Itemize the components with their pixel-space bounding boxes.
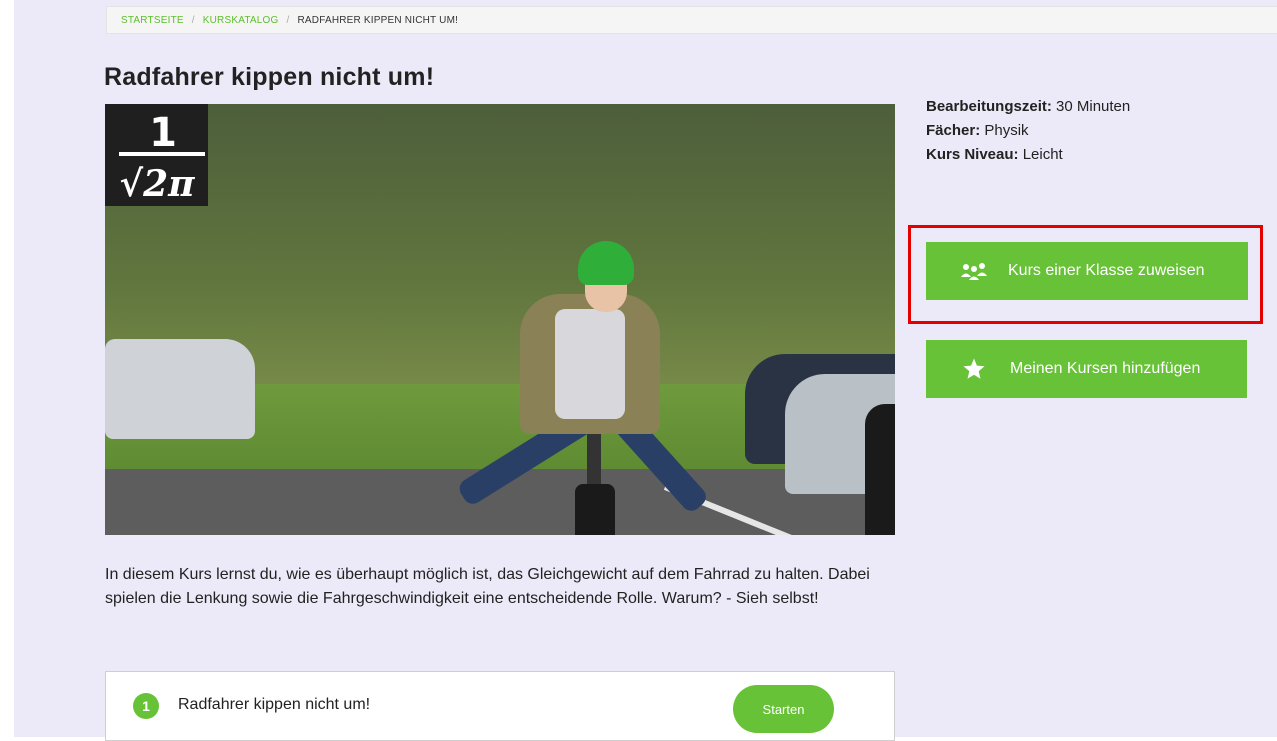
breadcrumb-current: RADFAHRER KIPPEN NICHT UM! (297, 14, 459, 26)
assign-to-class-button[interactable]: Kurs einer Klasse zuweisen (926, 242, 1248, 300)
star-icon (960, 358, 988, 380)
group-icon (960, 260, 988, 282)
course-description: In diesem Kurs lernst du, wie es überhau… (105, 566, 870, 607)
page-title: Radfahrer kippen nicht um! (104, 63, 435, 91)
formula-logo: 1 √2π (105, 104, 208, 206)
meta-duration-value: 30 Minuten (1051, 98, 1131, 115)
formula-denominator: √2π (119, 163, 195, 205)
meta-level-value: Leicht (1018, 146, 1063, 163)
course-meta: Bearbeitungszeit: 30 Minuten Fächer: Phy… (926, 95, 1130, 167)
add-to-my-courses-label: Meinen Kursen hinzufügen (1010, 360, 1201, 377)
meta-level-label: Kurs Niveau: (926, 146, 1019, 163)
start-lesson-button[interactable]: Starten (733, 685, 834, 733)
breadcrumb-home-link[interactable]: STARTSEITE (121, 15, 184, 26)
course-hero-image (105, 104, 895, 535)
formula-numerator: 1 (149, 110, 177, 156)
lesson-item: 1 Radfahrer kippen nicht um! Starten (105, 671, 895, 741)
meta-duration-label: Bearbeitungszeit: (926, 98, 1052, 115)
lesson-title: Radfahrer kippen nicht um! (178, 696, 371, 713)
meta-level: Kurs Niveau: Leicht (926, 143, 1130, 167)
breadcrumb-separator: / (191, 14, 195, 26)
meta-subjects-label: Fächer: (926, 122, 981, 139)
breadcrumb-catalog-link[interactable]: KURSKATALOG (203, 15, 279, 26)
meta-subjects-value: Physik (980, 122, 1029, 139)
add-to-my-courses-button[interactable]: Meinen Kursen hinzufügen (926, 340, 1247, 398)
assign-to-class-label: Kurs einer Klasse zuweisen (1008, 262, 1205, 279)
lesson-number-badge: 1 (133, 693, 159, 719)
breadcrumb: STARTSEITE / KURSKATALOG / RADFAHRER KIP… (106, 6, 1277, 34)
formula-logo-icon: 1 √2π (119, 110, 205, 205)
meta-subjects: Fächer: Physik (926, 119, 1130, 143)
meta-duration: Bearbeitungszeit: 30 Minuten (926, 95, 1130, 119)
breadcrumb-separator: / (286, 14, 290, 26)
